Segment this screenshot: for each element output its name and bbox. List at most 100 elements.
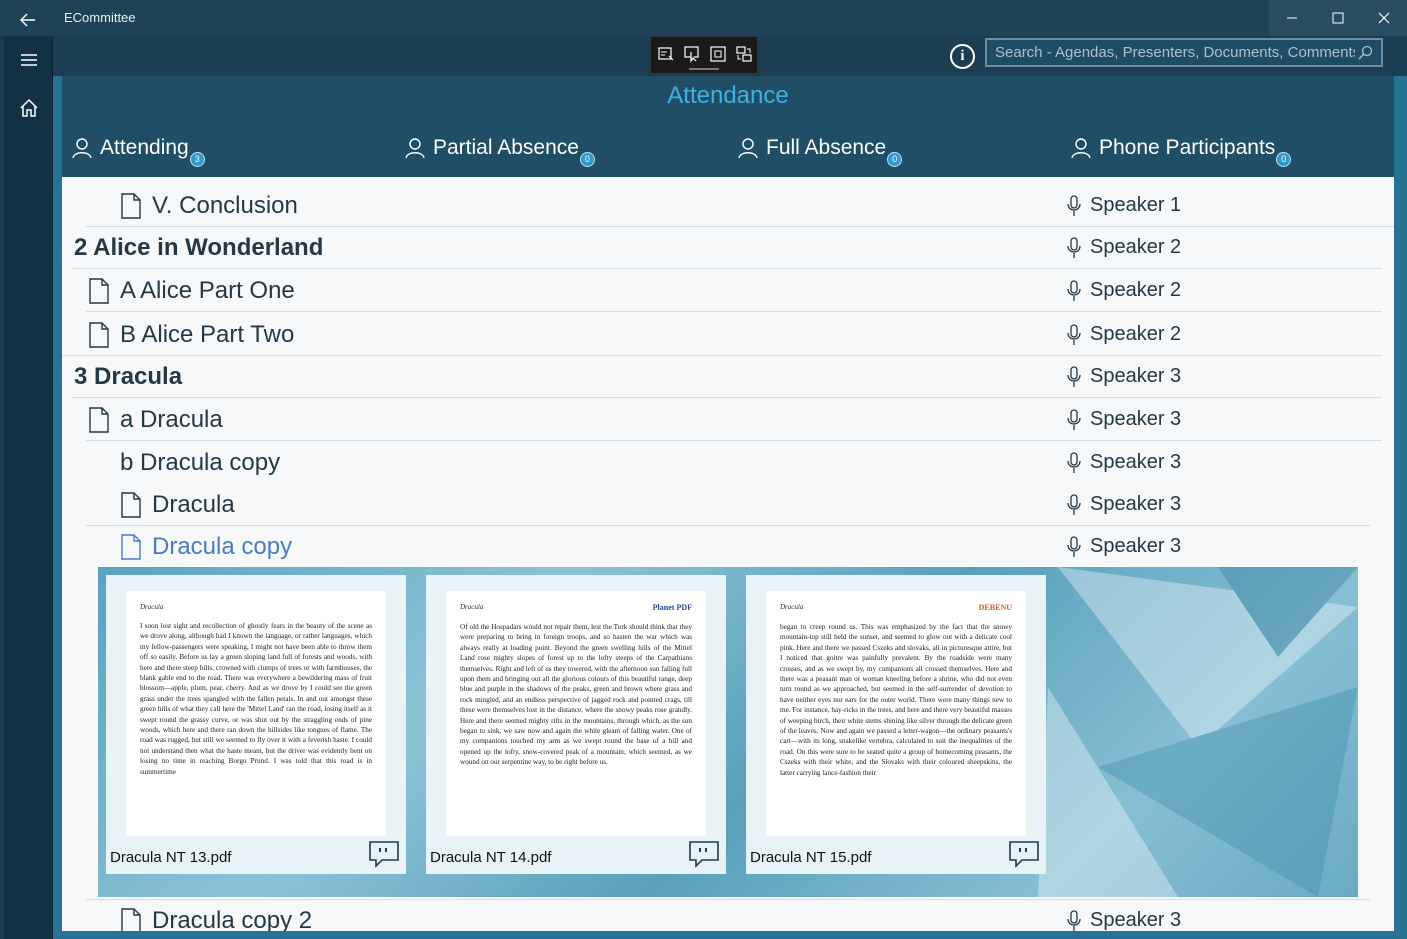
agenda-section[interactable]: 2 Alice in Wonderland Speaker 2 [72,227,1382,269]
full-absence-count-badge: 0 [887,151,903,167]
document-icon [89,407,109,433]
agenda-item[interactable]: b Dracula copy Speaker 3 [86,442,1382,484]
phone-participants-label: Phone Participants [1099,136,1276,159]
minimize-icon [1287,17,1297,19]
left-nav [4,36,53,939]
document-thumbnail[interactable]: Dracula Planet PDF Of old the Hospadars w… [446,591,706,836]
document-thumbnail[interactable]: Dracula DEBENU began to creep round us. T… [766,591,1026,836]
microphone-icon [1067,194,1081,216]
document-filename[interactable]: Dracula NT 13.pdf [110,849,231,866]
phone-participants-count-badge: 0 [1276,151,1292,167]
phone-participants-column[interactable]: Phone Participants 0 [1071,136,1292,167]
attending-label: Attending [100,136,189,159]
document-card[interactable]: Dracula I soon lost sight and recollecti… [106,575,406,874]
agenda-item[interactable]: V. Conclusion Speaker 1 [86,185,1394,227]
hamburger-menu-icon [20,54,37,66]
document-icon [89,322,109,348]
search-icon[interactable] [1357,45,1373,61]
minimize-button[interactable] [1269,0,1315,36]
attendance-header: Attendance Attending 3 Partial Absence 0… [62,76,1394,177]
home-button[interactable] [4,84,53,132]
speaker: Speaker 3 [1067,408,1181,431]
back-button[interactable] [4,4,52,36]
search-input[interactable] [995,44,1355,61]
page-header-title: Dracula [140,603,164,611]
agenda-section[interactable]: 3 Dracula Speaker 3 [72,356,1382,398]
app-window: ECommittee i Search - Agendas, Presenter… [0,0,1407,939]
agenda-item-label: B Alice Part Two [120,321,295,348]
toolbar-pointer-button[interactable] [681,43,703,65]
document-filename[interactable]: Dracula NT 15.pdf [750,849,871,866]
toolbar-swap-button[interactable] [733,43,755,65]
document-card[interactable]: Dracula DEBENU began to creep round us. T… [746,575,1046,874]
agenda-item[interactable]: A Alice Part One Speaker 2 [86,270,1382,312]
microphone-icon [1067,451,1081,473]
agenda-item-label: Dracula [152,491,235,518]
speaker-name: Speaker 1 [1090,194,1182,216]
floating-toolbar [650,36,758,74]
maximize-button[interactable] [1315,0,1361,36]
page-text: Of old the Hospadars would not repair th… [460,623,692,767]
partial-absence-column[interactable]: Partial Absence 0 [405,136,595,167]
document-card[interactable]: Dracula Planet PDF Of old the Hospadars w… [426,575,726,874]
partial-absence-label: Partial Absence [433,136,579,159]
window-title: ECommittee [64,10,136,25]
title-bar: ECommittee [0,0,1407,36]
comment-icon[interactable] [1008,840,1040,868]
attending-count-badge: 3 [189,151,205,167]
agenda-item[interactable]: a Dracula Speaker 3 [86,399,1382,441]
agenda-item-label: Dracula copy 2 [152,907,313,931]
microphone-icon [1067,408,1081,430]
toolbar-grip[interactable] [689,68,719,70]
page-text: began to creep round us. This was emphas… [780,623,1012,777]
agenda-item-label: V. Conclusion [152,192,298,219]
document-icon [121,534,141,560]
page-header-title: Dracula [460,603,484,611]
publisher-logo: Planet PDF [652,603,692,612]
document-icon [121,908,141,931]
attending-column[interactable]: Attending 3 [72,136,205,167]
menu-button[interactable] [4,36,53,84]
speaker: Speaker 1 [1067,194,1181,217]
agenda-item[interactable]: B Alice Part Two Speaker 2 [62,314,1382,356]
document-thumbnail[interactable]: Dracula I soon lost sight and recollecti… [126,591,386,836]
document-icon [89,278,109,304]
comment-icon[interactable] [368,840,400,868]
speaker-name: Speaker 3 [1090,408,1182,430]
toolbar-select-button[interactable] [655,43,677,65]
agenda-section-label: 2 Alice in Wonderland [74,234,324,261]
speaker: Speaker 2 [1067,323,1181,346]
comment-icon[interactable] [688,840,720,868]
info-icon[interactable]: i [950,44,975,69]
full-absence-column[interactable]: Full Absence 0 [738,136,903,167]
close-button[interactable] [1361,0,1407,36]
pointer-icon [684,46,699,63]
agenda-item[interactable]: Dracula copy 2 Speaker 3 [86,899,1370,931]
document-icon [121,492,141,518]
documents-panel: Dracula I soon lost sight and recollecti… [98,567,1358,897]
home-icon [19,98,38,117]
toolbar-region-button[interactable] [707,43,729,65]
attendance-title: Attendance [667,82,789,109]
search-box[interactable] [985,38,1383,67]
publisher-logo: DEBENU [978,603,1012,612]
document-filename[interactable]: Dracula NT 14.pdf [430,849,551,866]
agenda-item-selected[interactable]: Dracula copy Speaker 3 [86,526,1370,568]
microphone-icon [1067,323,1081,345]
person-icon [738,138,758,159]
speaker: Speaker 2 [1067,236,1181,259]
page-header: Dracula [140,603,372,611]
region-capture-icon [710,46,726,62]
close-icon [1378,12,1390,24]
microphone-icon [1067,236,1081,258]
speaker: Speaker 3 [1067,909,1181,931]
page-header-title: Dracula [780,603,804,611]
full-absence-label: Full Absence [766,136,887,159]
agenda-item[interactable]: Dracula Speaker 3 [86,484,1370,526]
agenda-section-label: 3 Dracula [74,363,183,390]
page-header: Dracula Planet PDF [460,603,692,612]
document-icon [121,193,141,219]
person-icon [72,138,92,159]
agenda-item-label: Dracula copy [152,533,293,560]
microphone-icon [1067,493,1081,515]
